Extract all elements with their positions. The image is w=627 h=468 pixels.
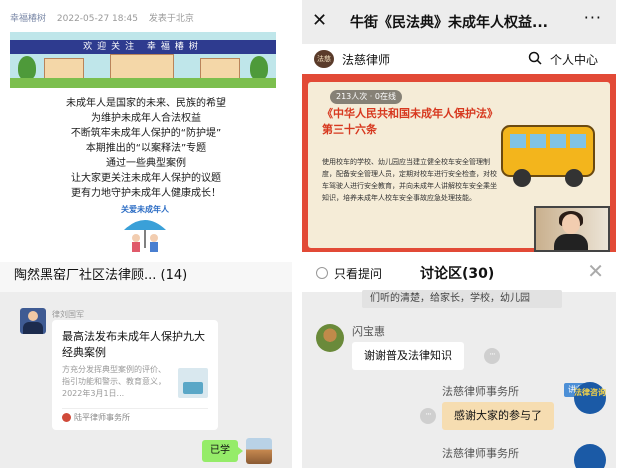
gate-icon bbox=[110, 54, 174, 80]
live-stream-panel: ✕ 牛街《民法典》未成年人权益... ··· 法慈 法慈律师 个人中心 213人… bbox=[302, 0, 616, 252]
house-icon bbox=[44, 58, 84, 80]
avatar-face bbox=[28, 311, 38, 321]
card-divider bbox=[62, 408, 208, 409]
article-date: 2022-05-27 18:45 bbox=[56, 14, 138, 24]
sent-message-bubble[interactable]: 已学 bbox=[202, 440, 243, 462]
more-options-icon[interactable]: ··· bbox=[420, 408, 436, 424]
article-line: 更有力地守护未成年人健康成长！ bbox=[71, 188, 221, 199]
previous-message: 们听的清楚，给家长，学校，幼儿园 bbox=[362, 290, 562, 308]
slide-title: 《中华人民共和国未成年人保护法》第三十六条 bbox=[322, 107, 493, 136]
shared-article-card[interactable]: 最高法发布未成年人保护九大经典案例 方充分发挥典型案例的评价、指引功能和警示、教… bbox=[52, 320, 218, 430]
live-video[interactable]: 213人次 · 0在线 《中华人民共和国未成年人保护法》第三十六条 使用校车的学… bbox=[302, 74, 616, 252]
message-sender-name: 法慈律师事务所 bbox=[442, 385, 519, 398]
article-line: 让大家更关注未成年人保护的议题 bbox=[71, 173, 221, 184]
message-sender-name: 闪宝惠 bbox=[352, 325, 385, 338]
card-title: 最高法发布未成年人保护九大经典案例 bbox=[62, 330, 205, 359]
presenter-video[interactable] bbox=[534, 206, 610, 252]
user-center-link[interactable]: 个人中心 bbox=[550, 51, 598, 68]
care-logo-text: 关爱未成年人 bbox=[121, 205, 169, 214]
account-bar: 法慈 法慈律师 个人中心 bbox=[302, 44, 616, 74]
right-margin bbox=[616, 0, 627, 468]
message-bubble[interactable]: 谢谢普及法律知识 bbox=[352, 342, 464, 370]
viewer-count-badge: 213人次 · 0在线 bbox=[330, 90, 402, 104]
banner-grass bbox=[10, 78, 276, 88]
avatar[interactable] bbox=[20, 308, 46, 334]
account-name[interactable]: 法慈律师 bbox=[342, 51, 390, 68]
avatar-suit bbox=[23, 322, 43, 334]
article-body: 未成年人是国家的未来、民族的希望 为维护未成年人合法权益 不断筑牢未成年人保护的… bbox=[0, 96, 292, 201]
article-line: 本期推出的“以案释法”专题 bbox=[85, 143, 207, 154]
card-description: 方充分发挥典型案例的评价、指引功能和警示、教育意义，2022年3月1日... bbox=[62, 365, 166, 398]
close-icon[interactable]: ✕ bbox=[312, 10, 327, 32]
article-line: 未成年人是国家的未来、民族的希望 bbox=[66, 98, 226, 109]
discussion-header: 只看提问 讨论区(30) ✕ bbox=[302, 252, 616, 292]
tree-icon bbox=[250, 56, 268, 80]
nav-bar: ✕ 牛街《民法典》未成年人权益... ··· bbox=[302, 0, 616, 44]
avatar[interactable] bbox=[574, 444, 606, 468]
article-meta: 幸福椿树 2022-05-27 18:45 发表于北京 bbox=[10, 11, 202, 24]
house-icon bbox=[200, 58, 240, 80]
presenter-face bbox=[562, 214, 580, 234]
only-questions-radio[interactable] bbox=[316, 267, 328, 279]
page-title: 牛街《民法典》未成年人权益... bbox=[350, 15, 548, 31]
article-line: 通过一些典型案例 bbox=[106, 158, 186, 169]
slide-body: 使用校车的学校、幼儿园应当建立健全校车安全管理制度，配备安全管理人员，定期对校车… bbox=[322, 158, 497, 202]
discussion-title: 讨论区(30) bbox=[420, 266, 495, 282]
more-icon[interactable]: ··· bbox=[584, 8, 602, 27]
avatar[interactable] bbox=[246, 438, 272, 464]
article-banner: 欢迎关注 幸福椿树 bbox=[10, 32, 276, 88]
discussion-panel: 只看提问 讨论区(30) ✕ 们听的清楚，给家长，学校，幼儿园 闪宝惠 谢谢普及… bbox=[302, 252, 616, 468]
message-sender-name: 法慈律师事务所 bbox=[442, 447, 519, 460]
source-logo-icon bbox=[62, 413, 71, 422]
tree-icon bbox=[18, 56, 36, 80]
sender-name: 律刘国军 bbox=[52, 310, 84, 319]
group-chat-panel: 陶然黑窑厂社区法律顾... (14) 律刘国军 最高法发布未成年人保护九大经典案… bbox=[0, 262, 292, 468]
only-questions-label[interactable]: 只看提问 bbox=[334, 265, 382, 282]
account-logo-icon[interactable]: 法慈 bbox=[314, 50, 334, 68]
avatar[interactable] bbox=[316, 324, 344, 352]
card-thumbnail bbox=[178, 368, 208, 398]
group-chat-title[interactable]: 陶然黑窑厂社区法律顾... (14) bbox=[14, 264, 187, 283]
avatar[interactable]: 法律咨询 bbox=[574, 382, 606, 414]
article-line: 不断筑牢未成年人保护的“防护堤” bbox=[70, 128, 222, 139]
banner-text: 欢迎关注 幸福椿树 bbox=[83, 42, 203, 52]
presenter-body bbox=[554, 234, 588, 250]
care-minors-logo: 关爱未成年人 bbox=[110, 204, 180, 256]
article-panel: 幸福椿树 2022-05-27 18:45 发表于北京 欢迎关注 幸福椿树 未成… bbox=[0, 0, 292, 262]
message-bubble[interactable]: 感谢大家的参与了 bbox=[442, 402, 554, 430]
more-options-icon[interactable]: ··· bbox=[484, 348, 500, 364]
school-bus-icon bbox=[501, 125, 595, 187]
card-source: 陆平律师事务所 bbox=[74, 413, 130, 422]
close-icon[interactable]: ✕ bbox=[587, 261, 604, 281]
article-line: 为维护未成年人合法权益 bbox=[91, 113, 201, 124]
article-location: 发表于北京 bbox=[148, 14, 194, 24]
group-chat-header: 陶然黑窑厂社区法律顾... (14) bbox=[0, 262, 292, 292]
thumbnail-graphic bbox=[183, 382, 203, 394]
search-icon[interactable] bbox=[528, 51, 542, 65]
article-author[interactable]: 幸福椿树 bbox=[10, 14, 46, 24]
panel-separator bbox=[292, 0, 302, 468]
